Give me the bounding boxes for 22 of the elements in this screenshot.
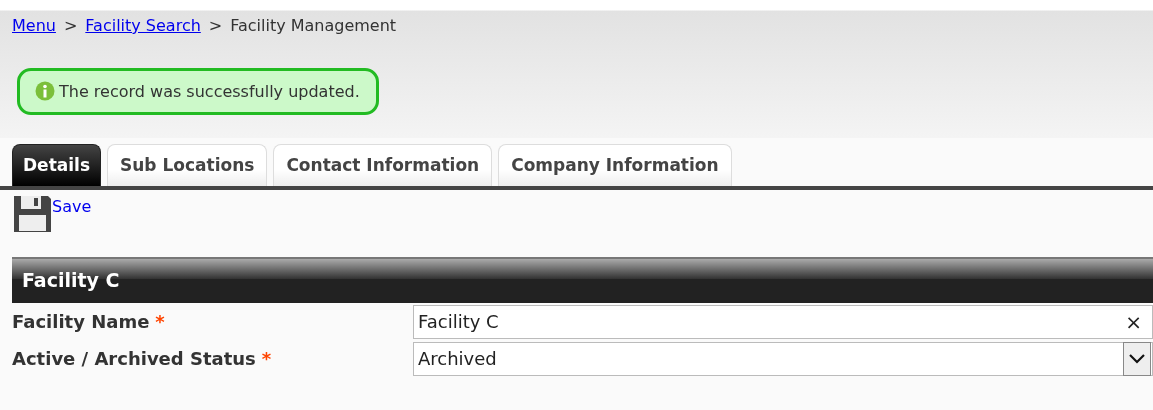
dropdown-button[interactable] [1123, 341, 1151, 376]
breadcrumb-separator: > [63, 16, 78, 35]
breadcrumb-current: Facility Management [230, 16, 397, 35]
success-message: The record was successfully updated. [17, 68, 379, 115]
info-icon [35, 81, 55, 101]
section-header: Facility C [12, 257, 1153, 303]
tab[interactable]: Company Information [498, 144, 732, 186]
input-field[interactable]: Facility C × [413, 304, 1153, 339]
field-label: Active / Archived Status [12, 348, 256, 369]
breadcrumb-link[interactable]: Facility Search [85, 16, 201, 35]
save-link[interactable]: Save [52, 197, 92, 216]
dropdown-field[interactable]: Archived [413, 341, 1153, 376]
breadcrumb-link[interactable]: Menu [12, 16, 56, 35]
clear-button[interactable]: × [1119, 309, 1148, 334]
tab[interactable]: Details [12, 144, 101, 186]
breadcrumb-separator: > [208, 16, 223, 35]
required-asterisk: * [155, 311, 165, 332]
field-label: Facility Name [12, 311, 150, 332]
tab[interactable]: Contact Information [273, 144, 493, 186]
tab[interactable]: Sub Locations [107, 144, 268, 186]
required-asterisk: * [261, 348, 272, 369]
chevron-down-icon [1129, 353, 1145, 364]
